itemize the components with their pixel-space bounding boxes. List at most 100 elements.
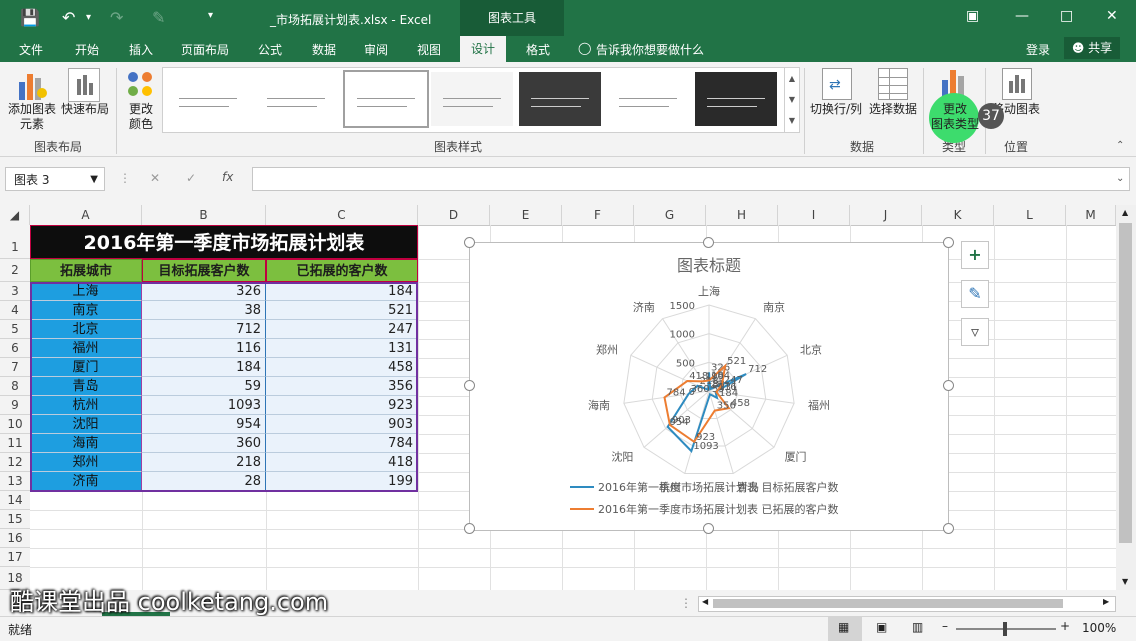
chevron-down-icon[interactable]: ▼: [90, 168, 98, 192]
formula-input[interactable]: [252, 167, 1130, 191]
resize-handle[interactable]: [703, 523, 714, 534]
name-box[interactable]: 图表 3 ▼: [5, 167, 105, 191]
row-header-13[interactable]: 13: [0, 472, 30, 491]
tab-home[interactable]: 开始: [75, 41, 99, 58]
tab-design[interactable]: 设计: [460, 36, 507, 62]
city-cell[interactable]: 郑州: [30, 453, 142, 472]
col-header-h[interactable]: H: [706, 205, 778, 225]
horizontal-scrollbar[interactable]: ◀ ▶: [698, 596, 1116, 612]
col-header-c[interactable]: C: [266, 205, 418, 225]
close-icon[interactable]: ✕: [1106, 8, 1118, 24]
done-cell[interactable]: 184: [266, 282, 418, 301]
city-cell[interactable]: 南京: [30, 301, 142, 320]
col-header-f[interactable]: F: [562, 205, 634, 225]
target-cell[interactable]: 38: [142, 301, 266, 320]
horizontal-scroll-thumb[interactable]: [713, 599, 1063, 608]
resize-handle[interactable]: [943, 237, 954, 248]
col-header-l[interactable]: L: [994, 205, 1066, 225]
chart-elements-plus-icon[interactable]: +: [961, 241, 989, 269]
resize-handle[interactable]: [943, 523, 954, 534]
target-cell[interactable]: 712: [142, 320, 266, 339]
city-cell[interactable]: 上海: [30, 282, 142, 301]
ribbon-display-icon[interactable]: ▣: [966, 8, 979, 24]
scroll-up-icon[interactable]: ▲: [1122, 208, 1128, 217]
city-cell[interactable]: 海南: [30, 434, 142, 453]
chart-style-2[interactable]: [255, 72, 337, 126]
zoom-level[interactable]: 100%: [1082, 621, 1116, 635]
row-header-3[interactable]: 3: [0, 282, 30, 301]
done-cell[interactable]: 923: [266, 396, 418, 415]
customize-qat-icon[interactable]: ▾: [208, 10, 213, 21]
col-header-d[interactable]: D: [418, 205, 490, 225]
done-cell[interactable]: 784: [266, 434, 418, 453]
header-target[interactable]: 目标拓展客户数: [142, 259, 266, 282]
move-chart-icon[interactable]: [1002, 68, 1032, 100]
vertical-scroll-thumb[interactable]: [1119, 223, 1132, 543]
scroll-right-icon[interactable]: ▶: [1103, 597, 1109, 606]
normal-view-button[interactable]: ▦: [828, 617, 862, 641]
minimize-icon[interactable]: —: [1015, 8, 1029, 24]
row-header-12[interactable]: 12: [0, 453, 30, 472]
switch-row-column-button[interactable]: 切换行/列: [806, 102, 866, 117]
collapse-ribbon-icon[interactable]: ⌃: [1116, 140, 1124, 151]
chart-style-3-selected[interactable]: [343, 70, 429, 128]
city-cell[interactable]: 青岛: [30, 377, 142, 396]
tab-data[interactable]: 数据: [312, 41, 336, 58]
change-colors-button[interactable]: 更改 颜色: [118, 102, 164, 132]
resize-handle[interactable]: [464, 523, 475, 534]
tab-review[interactable]: 审阅: [364, 41, 388, 58]
chart-style-7[interactable]: [695, 72, 777, 126]
tell-me-input[interactable]: 告诉我你想要做什么: [596, 41, 704, 58]
insert-function-icon[interactable]: fx: [222, 170, 233, 184]
row-header-8[interactable]: 8: [0, 377, 30, 396]
city-cell[interactable]: 济南: [30, 472, 142, 491]
quick-layout-icon[interactable]: [68, 68, 100, 102]
target-cell[interactable]: 184: [142, 358, 266, 377]
change-colors-icon[interactable]: [126, 70, 156, 100]
gallery-scroll[interactable]: ▲ ▼ ▼: [784, 67, 800, 133]
tab-page-layout[interactable]: 页面布局: [181, 41, 229, 58]
col-header-e[interactable]: E: [490, 205, 562, 225]
row-header-6[interactable]: 6: [0, 339, 30, 358]
tab-insert[interactable]: 插入: [129, 41, 153, 58]
maximize-icon[interactable]: □: [1060, 8, 1073, 24]
chart-style-6[interactable]: [607, 72, 689, 126]
row-header-17[interactable]: 17: [0, 548, 30, 567]
undo-dropdown-icon[interactable]: ▾: [86, 12, 91, 23]
city-cell[interactable]: 沈阳: [30, 415, 142, 434]
col-header-j[interactable]: J: [850, 205, 922, 225]
done-cell[interactable]: 458: [266, 358, 418, 377]
row-header-14[interactable]: 14: [0, 491, 30, 510]
col-header-a[interactable]: A: [30, 205, 142, 225]
page-layout-view-icon[interactable]: ▣: [876, 620, 887, 634]
add-chart-element-icon[interactable]: [17, 68, 47, 100]
col-header-k[interactable]: K: [922, 205, 994, 225]
row-header-9[interactable]: 9: [0, 396, 30, 415]
chart-filter-icon[interactable]: ▿: [961, 318, 989, 346]
target-cell[interactable]: 326: [142, 282, 266, 301]
done-cell[interactable]: 131: [266, 339, 418, 358]
page-break-view-icon[interactable]: ▥: [912, 620, 923, 634]
target-cell[interactable]: 59: [142, 377, 266, 396]
col-header-i[interactable]: I: [778, 205, 850, 225]
row-header-7[interactable]: 7: [0, 358, 30, 377]
select-data-button[interactable]: 选择数据: [866, 102, 920, 117]
quick-layout-button[interactable]: 快速布局: [58, 102, 112, 117]
done-cell[interactable]: 903: [266, 415, 418, 434]
city-cell[interactable]: 杭州: [30, 396, 142, 415]
col-header-b[interactable]: B: [142, 205, 266, 225]
row-header-4[interactable]: 4: [0, 301, 30, 320]
city-cell[interactable]: 厦门: [30, 358, 142, 377]
done-cell[interactable]: 247: [266, 320, 418, 339]
sheet-title-cell[interactable]: 2016年第一季度市场拓展计划表: [30, 225, 418, 259]
select-data-icon[interactable]: [878, 68, 908, 100]
zoom-out-icon[interactable]: –: [942, 619, 948, 633]
switch-row-column-icon[interactable]: ⇄: [822, 68, 852, 100]
resize-handle[interactable]: [943, 380, 954, 391]
row-header-15[interactable]: 15: [0, 510, 30, 529]
tab-view[interactable]: 视图: [417, 41, 441, 58]
col-header-m[interactable]: M: [1066, 205, 1116, 225]
tab-formulas[interactable]: 公式: [258, 41, 282, 58]
resize-handle[interactable]: [464, 237, 475, 248]
share-button[interactable]: ☻ 共享: [1064, 37, 1120, 59]
